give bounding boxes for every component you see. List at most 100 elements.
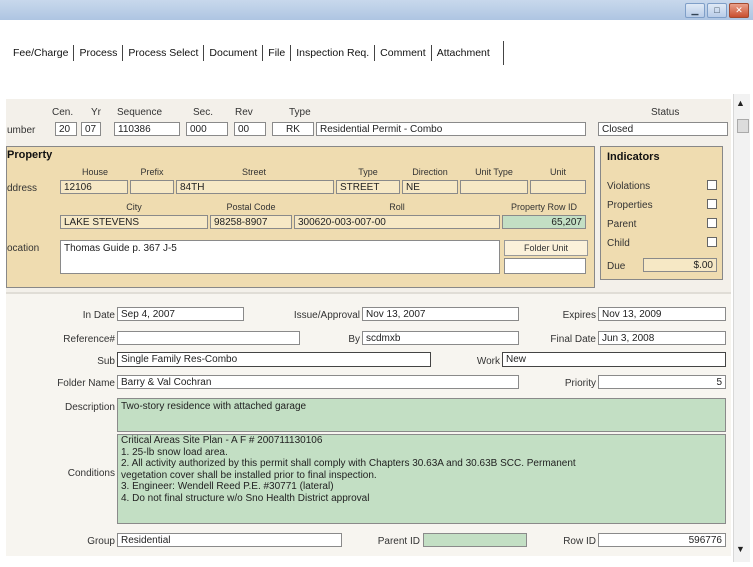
type-code-field[interactable]: RK: [272, 122, 314, 136]
city-field[interactable]: LAKE STEVENS: [60, 215, 208, 229]
group-field[interactable]: Residential: [117, 533, 342, 547]
window-controls: ▁ □ ✕: [685, 3, 749, 18]
due-amount-field: $.00: [643, 258, 717, 272]
tab-comment[interactable]: Comment: [377, 47, 429, 59]
scroll-down-icon[interactable]: ▼: [736, 544, 745, 554]
conditions-line: 4. Do not final structure w/o Sno Health…: [121, 492, 370, 504]
location-field[interactable]: Thomas Guide p. 367 J-5: [60, 240, 500, 274]
in-date-label: In Date: [82, 310, 115, 321]
unit-type-field[interactable]: [460, 180, 528, 194]
issue-approval-label: Issue/Approval: [293, 310, 360, 321]
rev-field[interactable]: 00: [234, 122, 266, 136]
expires-field[interactable]: Nov 13, 2009: [598, 307, 726, 321]
sub-field[interactable]: Single Family Res-Combo: [117, 352, 431, 367]
type-description-field: Residential Permit - Combo: [316, 122, 586, 136]
roll-label: Roll: [389, 202, 405, 212]
issue-approval-field[interactable]: Nov 13, 2007: [362, 307, 519, 321]
parent-id-label: Parent ID: [377, 536, 420, 547]
sequence-field[interactable]: 110386: [114, 122, 180, 136]
reference-field[interactable]: [117, 331, 300, 345]
tab-attachment[interactable]: Attachment: [434, 47, 493, 59]
indicator-parent-label: Parent: [607, 219, 637, 230]
child-checkbox[interactable]: [707, 237, 717, 247]
description-label: Description: [64, 402, 115, 413]
cen-label: Cen.: [52, 107, 74, 118]
scroll-thumb[interactable]: [737, 119, 749, 133]
violations-checkbox[interactable]: [707, 180, 717, 190]
final-date-field[interactable]: Jun 3, 2008: [598, 331, 726, 345]
tab-divider: [73, 45, 75, 61]
roll-field[interactable]: 300620-003-007-00: [294, 215, 500, 229]
conditions-line: vegetation cover shall be installed prio…: [121, 469, 377, 481]
tab-fee-charge[interactable]: Fee/Charge: [10, 47, 71, 59]
work-label: Work: [476, 356, 500, 367]
tab-divider: [430, 45, 432, 61]
work-field[interactable]: New: [502, 352, 726, 367]
scroll-up-icon[interactable]: ▲: [736, 98, 745, 108]
folder-name-label: Folder Name: [57, 378, 115, 389]
minimize-button[interactable]: ▁: [685, 3, 705, 18]
folder-unit-field[interactable]: [504, 258, 586, 274]
indicator-properties-label: Properties: [607, 200, 653, 211]
street-field[interactable]: 84TH: [176, 180, 334, 194]
tab-divider: [262, 45, 264, 61]
close-button[interactable]: ✕: [729, 3, 749, 18]
sec-label: Sec.: [193, 107, 214, 118]
sequence-label: Sequence: [117, 107, 163, 118]
tab-divider: [502, 41, 504, 65]
parent-id-field: [423, 533, 527, 547]
tab-process[interactable]: Process: [76, 47, 120, 59]
city-label: City: [126, 202, 142, 212]
maximize-button[interactable]: □: [707, 3, 727, 18]
unit-type-label: Unit Type: [475, 167, 513, 177]
tab-divider: [374, 45, 376, 61]
property-title: Property: [7, 149, 53, 161]
row-id-field: 596776: [598, 533, 726, 547]
conditions-line: 2. All activity authorized by this permi…: [121, 458, 576, 470]
rev-label: Rev: [235, 107, 253, 118]
vertical-scrollbar[interactable]: ▲ ▼: [733, 94, 750, 562]
unit-field[interactable]: [530, 180, 586, 194]
expires-label: Expires: [562, 310, 596, 321]
properties-checkbox[interactable]: [707, 199, 717, 209]
direction-label: Direction: [412, 167, 448, 177]
priority-field[interactable]: 5: [598, 375, 726, 389]
status-label: Status: [651, 107, 680, 118]
cen-field[interactable]: 20: [55, 122, 77, 136]
postal-code-field[interactable]: 98258-8907: [210, 215, 292, 229]
property-rowid-label: Property Row ID: [510, 202, 578, 212]
folder-name-field[interactable]: Barry & Val Cochran: [117, 375, 519, 389]
sub-label: Sub: [97, 356, 115, 367]
sec-field[interactable]: 000: [186, 122, 228, 136]
priority-label: Priority: [564, 378, 596, 389]
tab-process-select[interactable]: Process Select: [125, 47, 201, 59]
house-field[interactable]: 12106: [60, 180, 128, 194]
parent-checkbox[interactable]: [707, 218, 717, 228]
indicator-child-label: Child: [607, 238, 630, 249]
reference-label: Reference#: [63, 334, 115, 345]
yr-field[interactable]: 07: [81, 122, 101, 136]
tab-file[interactable]: File: [265, 47, 288, 59]
conditions-field[interactable]: Critical Areas Site Plan - A F # 2007111…: [117, 434, 726, 524]
prefix-field[interactable]: [130, 180, 174, 194]
unit-label: Unit: [549, 167, 566, 177]
street-type-field[interactable]: STREET: [336, 180, 400, 194]
number-label: umber: [7, 125, 36, 136]
postal-code-label: Postal Code: [226, 202, 276, 212]
title-bar: ▁ □ ✕: [0, 0, 753, 20]
by-field[interactable]: scdmxb: [362, 331, 519, 345]
tab-divider: [203, 45, 205, 61]
direction-field[interactable]: NE: [402, 180, 458, 194]
final-date-label: Final Date: [550, 334, 596, 345]
tab-divider: [122, 45, 124, 61]
description-field[interactable]: Two-story residence with attached garage: [117, 398, 726, 432]
in-date-field[interactable]: Sep 4, 2007: [117, 307, 244, 321]
folder-unit-button[interactable]: Folder Unit: [504, 240, 588, 256]
tab-divider: [290, 45, 292, 61]
tab-inspection-req[interactable]: Inspection Req.: [293, 47, 372, 59]
street-type-label: Type: [358, 167, 378, 177]
row-id-label: Row ID: [563, 536, 596, 547]
indicators-title: Indicators: [607, 151, 660, 163]
location-label: ocation: [7, 243, 40, 254]
tab-document[interactable]: Document: [206, 47, 260, 59]
